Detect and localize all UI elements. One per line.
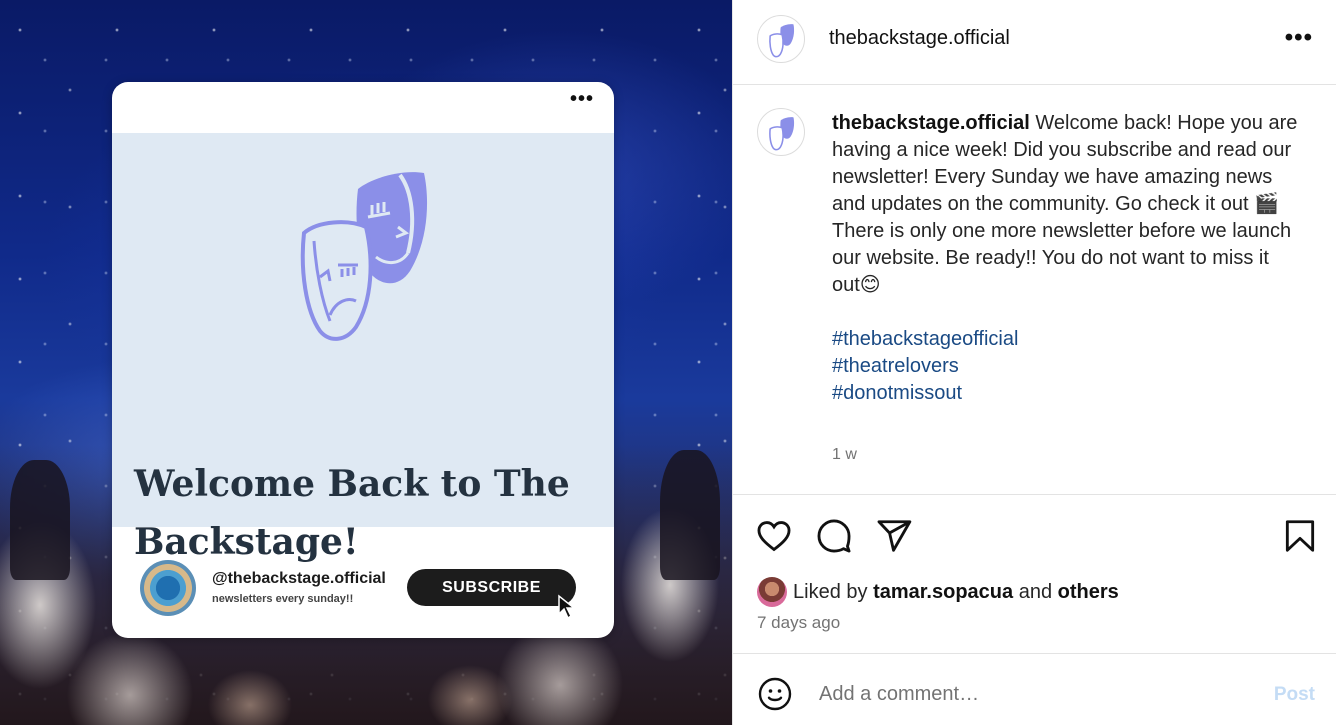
liked-by-others-link[interactable]: others — [1058, 581, 1119, 603]
hashtag-link[interactable]: #thebackstageofficial — [832, 326, 1302, 353]
heart-icon[interactable] — [755, 517, 793, 555]
caption-username[interactable]: thebackstage.official — [832, 112, 1030, 134]
post-date[interactable]: 7 days ago — [757, 613, 840, 633]
post-caption: thebackstage.official Welcome back! Hope… — [832, 110, 1302, 407]
performer-silhouette — [10, 460, 70, 580]
header-avatar[interactable] — [757, 15, 805, 63]
liked-by-text: Liked by tamar.sopacua and others — [793, 581, 1119, 604]
cursor-pointer-icon — [558, 594, 577, 620]
comment-input[interactable] — [817, 678, 1241, 710]
newsletter-card: ••• Welcome Back to The Backstage! @theb… — [112, 82, 614, 638]
liked-by-prefix: Liked by — [793, 581, 868, 603]
more-options-icon[interactable]: ••• — [1285, 26, 1313, 50]
caption-text-2: There is only one more newsletter before… — [832, 220, 1292, 296]
post-sidebar: thebackstage.official ••• thebackstage.o… — [732, 0, 1336, 725]
card-handle: @thebackstage.official — [212, 570, 386, 587]
card-more-icon: ••• — [569, 88, 594, 110]
hashtag-link[interactable]: #theatrelovers — [832, 353, 1302, 380]
card-avatar — [140, 560, 196, 616]
emoji-icon[interactable] — [757, 676, 793, 712]
theatre-masks-icon — [769, 24, 795, 58]
caption-time-ago[interactable]: 1 w — [832, 446, 857, 464]
caption-paragraph-1: thebackstage.official Welcome back! Hope… — [832, 110, 1302, 218]
card-subtitle: newsletters every sunday!! — [212, 593, 354, 605]
card-footer: @thebackstage.official newsletters every… — [112, 527, 614, 638]
caption-avatar[interactable] — [757, 108, 805, 156]
share-icon[interactable] — [875, 517, 913, 555]
card-panel: Welcome Back to The Backstage! — [112, 133, 614, 563]
post-media[interactable]: ••• Welcome Back to The Backstage! @theb… — [0, 0, 732, 725]
bookmark-icon[interactable] — [1281, 517, 1319, 555]
liked-by-user-link[interactable]: tamar.sopacua — [873, 581, 1013, 603]
comment-bar: Post — [733, 653, 1336, 726]
hashtag-link[interactable]: #donotmissout — [832, 380, 1302, 407]
liker-avatar[interactable] — [757, 577, 787, 607]
subscribe-button: SUBSCRIBE — [407, 569, 576, 606]
theatre-masks-icon — [769, 117, 795, 151]
liked-by-and: and — [1018, 581, 1053, 603]
comment-icon[interactable] — [815, 517, 853, 555]
header-username[interactable]: thebackstage.official — [829, 27, 1010, 50]
performer-silhouette — [660, 450, 720, 580]
post-header: thebackstage.official ••• — [733, 0, 1336, 85]
post-comment-button[interactable]: Post — [1274, 684, 1315, 706]
post-actions: Liked by tamar.sopacua and others 7 days… — [733, 494, 1336, 654]
theatre-masks-icon — [300, 172, 428, 341]
